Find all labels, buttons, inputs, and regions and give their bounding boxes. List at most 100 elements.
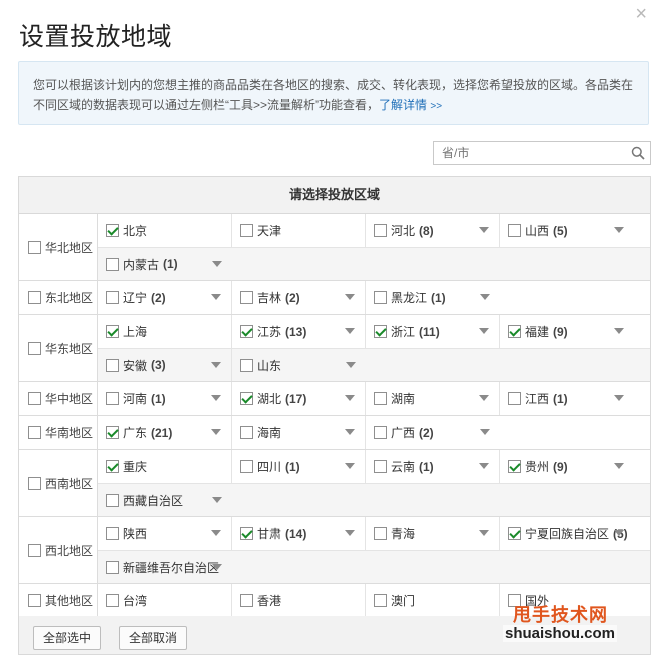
region-cell[interactable]: 西北地区 (19, 517, 98, 583)
province-item[interactable]: 安徽 (3) (98, 349, 232, 381)
province-checkbox[interactable] (240, 426, 253, 439)
chevron-down-icon[interactable] (480, 429, 490, 435)
province-item[interactable]: 澳门 (366, 584, 500, 617)
province-item[interactable]: 贵州 (9) (500, 450, 634, 483)
province-item[interactable]: 青海 (366, 517, 500, 550)
learn-more-link[interactable]: 了解详情 (379, 98, 427, 112)
province-checkbox[interactable] (240, 358, 253, 372)
province-checkbox[interactable] (508, 594, 521, 607)
province-item[interactable]: 台湾 (98, 584, 232, 617)
province-item[interactable]: 天津 (232, 214, 366, 247)
region-cell[interactable]: 华东地区 (19, 315, 98, 381)
chevron-down-icon[interactable] (212, 497, 222, 503)
province-checkbox[interactable] (374, 325, 387, 338)
chevron-down-icon[interactable] (479, 530, 489, 536)
chevron-down-icon[interactable] (211, 395, 221, 401)
province-item[interactable]: 山西 (5) (500, 214, 634, 247)
province-checkbox[interactable] (106, 527, 119, 540)
province-item[interactable]: 广东 (21) (98, 416, 232, 449)
chevron-down-icon[interactable] (614, 227, 624, 233)
province-item[interactable]: 西藏自治区 (98, 484, 232, 516)
province-item[interactable]: 山东 (232, 349, 366, 381)
province-checkbox[interactable] (106, 257, 119, 271)
chevron-down-icon[interactable] (479, 227, 489, 233)
province-checkbox[interactable] (240, 392, 253, 405)
province-item[interactable]: 浙江 (11) (366, 315, 500, 348)
region-cell[interactable]: 华中地区 (19, 382, 98, 415)
chevron-down-icon[interactable] (212, 261, 222, 267)
province-item[interactable]: 海南 (232, 416, 366, 449)
province-item[interactable]: 北京 (98, 214, 232, 247)
province-checkbox[interactable] (240, 291, 253, 304)
region-checkbox[interactable] (28, 291, 41, 304)
region-checkbox[interactable] (28, 341, 41, 355)
province-item[interactable]: 香港 (232, 584, 366, 617)
select-all-button[interactable]: 全部选中 (33, 626, 102, 650)
province-checkbox[interactable] (374, 426, 387, 439)
province-item[interactable]: 上海 (98, 315, 232, 348)
province-item[interactable]: 甘肃 (14) (232, 517, 366, 550)
province-item[interactable]: 重庆 (98, 450, 232, 483)
province-checkbox[interactable] (106, 460, 119, 473)
chevron-down-icon[interactable] (614, 395, 624, 401)
province-checkbox[interactable] (374, 460, 387, 473)
province-item[interactable]: 辽宁 (2) (98, 281, 232, 314)
chevron-down-icon[interactable] (211, 362, 221, 368)
region-checkbox[interactable] (28, 392, 41, 405)
chevron-down-icon[interactable] (345, 294, 355, 300)
chevron-down-icon[interactable] (211, 429, 221, 435)
region-checkbox[interactable] (28, 476, 41, 490)
chevron-down-icon[interactable] (479, 328, 489, 334)
province-checkbox[interactable] (106, 358, 119, 372)
province-item[interactable]: 黑龙江 (1) (366, 281, 500, 314)
chevron-down-icon[interactable] (345, 463, 355, 469)
province-checkbox[interactable] (240, 594, 253, 607)
region-cell[interactable]: 西南地区 (19, 450, 98, 516)
province-checkbox[interactable] (374, 527, 387, 540)
province-item[interactable]: 四川 (1) (232, 450, 366, 483)
province-checkbox[interactable] (106, 426, 119, 439)
region-checkbox[interactable] (28, 543, 41, 557)
province-checkbox[interactable] (106, 392, 119, 405)
chevron-down-icon[interactable] (211, 294, 221, 300)
province-checkbox[interactable] (240, 224, 253, 237)
province-checkbox[interactable] (106, 291, 119, 304)
region-checkbox[interactable] (28, 240, 41, 254)
region-checkbox[interactable] (28, 426, 41, 439)
province-item[interactable]: 福建 (9) (500, 315, 634, 348)
province-checkbox[interactable] (508, 392, 521, 405)
province-item[interactable]: 宁夏回族自治区 (5) (500, 517, 634, 550)
close-icon[interactable]: × (635, 4, 647, 24)
chevron-down-icon[interactable] (480, 294, 490, 300)
province-checkbox[interactable] (508, 527, 521, 540)
province-checkbox[interactable] (106, 594, 119, 607)
province-item[interactable]: 江苏 (13) (232, 315, 366, 348)
province-checkbox[interactable] (106, 224, 119, 237)
chevron-down-icon[interactable] (211, 530, 221, 536)
province-item[interactable]: 新疆维吾尔自治区 (98, 551, 232, 583)
province-item[interactable]: 湖北 (17) (232, 382, 366, 415)
province-checkbox[interactable] (240, 325, 253, 338)
chevron-down-icon[interactable] (614, 530, 624, 536)
province-checkbox[interactable] (106, 325, 119, 338)
province-checkbox[interactable] (508, 224, 521, 237)
province-checkbox[interactable] (374, 392, 387, 405)
province-checkbox[interactable] (508, 325, 521, 338)
search-icon[interactable] (631, 146, 645, 160)
chevron-down-icon[interactable] (345, 395, 355, 401)
region-cell[interactable]: 其他地区 (19, 584, 98, 617)
province-checkbox[interactable] (374, 594, 387, 607)
chevron-down-icon[interactable] (345, 429, 355, 435)
province-checkbox[interactable] (240, 460, 253, 473)
chevron-down-icon[interactable] (479, 395, 489, 401)
province-item[interactable]: 陕西 (98, 517, 232, 550)
province-item[interactable]: 云南 (1) (366, 450, 500, 483)
province-checkbox[interactable] (240, 527, 253, 540)
chevron-down-icon[interactable] (345, 328, 355, 334)
region-cell[interactable]: 华北地区 (19, 214, 98, 280)
chevron-down-icon[interactable] (212, 564, 222, 570)
province-checkbox[interactable] (374, 224, 387, 237)
province-checkbox[interactable] (106, 560, 119, 574)
region-cell[interactable]: 东北地区 (19, 281, 98, 314)
chevron-down-icon[interactable] (614, 328, 624, 334)
